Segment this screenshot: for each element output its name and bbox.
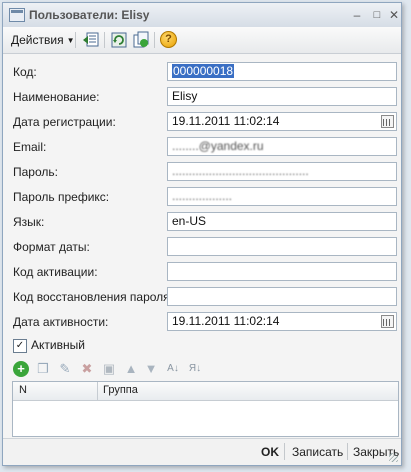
code-field[interactable]: 000000018: [167, 62, 397, 81]
active-checkbox[interactable]: ✓: [13, 338, 27, 353]
sort-descending-icon[interactable]: Я↓: [187, 361, 203, 377]
actions-menu-button[interactable]: Действия ▼: [7, 30, 79, 50]
code-label: Код:: [13, 65, 37, 79]
end-edit-icon[interactable]: ▣: [101, 361, 117, 377]
bottom-button-bar: OK Записать Закрыть: [3, 438, 401, 465]
calendar-icon[interactable]: [381, 115, 394, 128]
button-divider: [284, 443, 285, 460]
add-icon[interactable]: +: [13, 361, 29, 377]
toolbar-divider: [104, 32, 105, 48]
groups-table[interactable]: N Группа: [12, 381, 399, 437]
copy-icon[interactable]: [132, 31, 150, 49]
window-title: Пользователи: Elisy: [29, 8, 150, 22]
password-label: Пароль:: [13, 165, 58, 179]
sort-ascending-icon[interactable]: A↓: [165, 361, 181, 377]
active-label: Активный: [31, 338, 85, 352]
toolbar-divider: [75, 32, 76, 48]
calendar-icon[interactable]: [381, 315, 394, 328]
copy-row-icon[interactable]: ❐: [35, 361, 51, 377]
password-field[interactable]: ........................................…: [167, 162, 397, 181]
language-label: Язык:: [13, 215, 45, 229]
activity-date-label: Дата активности:: [13, 315, 109, 329]
password-prefix-field[interactable]: ..................: [167, 187, 397, 206]
form-icon: [9, 8, 25, 22]
date-format-label: Формат даты:: [13, 240, 90, 254]
save-button[interactable]: Записать: [292, 445, 343, 459]
close-icon[interactable]: ✕: [386, 7, 402, 23]
refresh-icon[interactable]: [110, 31, 128, 49]
activation-code-label: Код активации:: [13, 265, 98, 279]
activity-date-value: 19.11.2011 11:02:14: [172, 314, 280, 328]
password-prefix-label: Пароль префикс:: [13, 190, 110, 204]
password-prefix-value: ..................: [172, 189, 233, 203]
go-to-list-icon[interactable]: [82, 31, 100, 49]
language-field[interactable]: en-US: [167, 212, 397, 231]
move-down-icon[interactable]: ▼: [143, 361, 159, 377]
resize-grip-icon[interactable]: [389, 453, 398, 462]
delete-icon[interactable]: ✖: [79, 361, 95, 377]
actions-label: Действия: [11, 33, 64, 47]
column-header-group[interactable]: Группа: [103, 384, 138, 396]
title-bar: Пользователи: Elisy – □ ✕: [3, 3, 401, 28]
email-label: Email:: [13, 140, 47, 154]
column-header-n[interactable]: N: [19, 384, 27, 396]
move-up-icon[interactable]: ▲: [123, 361, 139, 377]
name-field[interactable]: Elisy: [167, 87, 397, 106]
edit-icon[interactable]: ✎: [57, 361, 73, 377]
active-checkbox-row[interactable]: ✓ Активный: [13, 338, 85, 353]
column-divider[interactable]: [97, 382, 98, 400]
reg-date-value: 19.11.2011 11:02:14: [172, 114, 280, 128]
activity-date-field[interactable]: 19.11.2011 11:02:14: [167, 312, 397, 331]
date-format-field[interactable]: [167, 237, 397, 256]
help-icon[interactable]: ?: [160, 31, 177, 48]
chevron-down-icon: ▼: [66, 35, 75, 45]
user-form-window: Пользователи: Elisy – □ ✕ Действия ▼ ? Ко…: [2, 2, 402, 466]
activation-code-field[interactable]: [167, 262, 397, 281]
reg-date-label: Дата регистрации:: [13, 115, 116, 129]
password-value: ........................................…: [172, 164, 309, 178]
code-value: 000000018: [172, 64, 235, 78]
name-label: Наименование:: [13, 90, 100, 104]
toolbar: Действия ▼ ?: [3, 27, 401, 54]
button-divider: [347, 443, 348, 460]
groups-table-header: N Группа: [13, 382, 398, 401]
email-value: ........@yandex.ru: [172, 139, 264, 153]
groups-toolbar: + ❐ ✎ ✖ ▣ ▲ ▼ A↓ Я↓: [11, 359, 401, 381]
maximize-icon[interactable]: □: [369, 7, 385, 23]
reg-date-field[interactable]: 19.11.2011 11:02:14: [167, 112, 397, 131]
ok-button[interactable]: OK: [261, 445, 279, 459]
email-field[interactable]: ........@yandex.ru: [167, 137, 397, 156]
restore-code-label: Код восстановления пароля:: [13, 290, 174, 304]
minimize-icon[interactable]: –: [349, 7, 365, 23]
restore-code-field[interactable]: [167, 287, 397, 306]
toolbar-divider: [154, 32, 155, 48]
